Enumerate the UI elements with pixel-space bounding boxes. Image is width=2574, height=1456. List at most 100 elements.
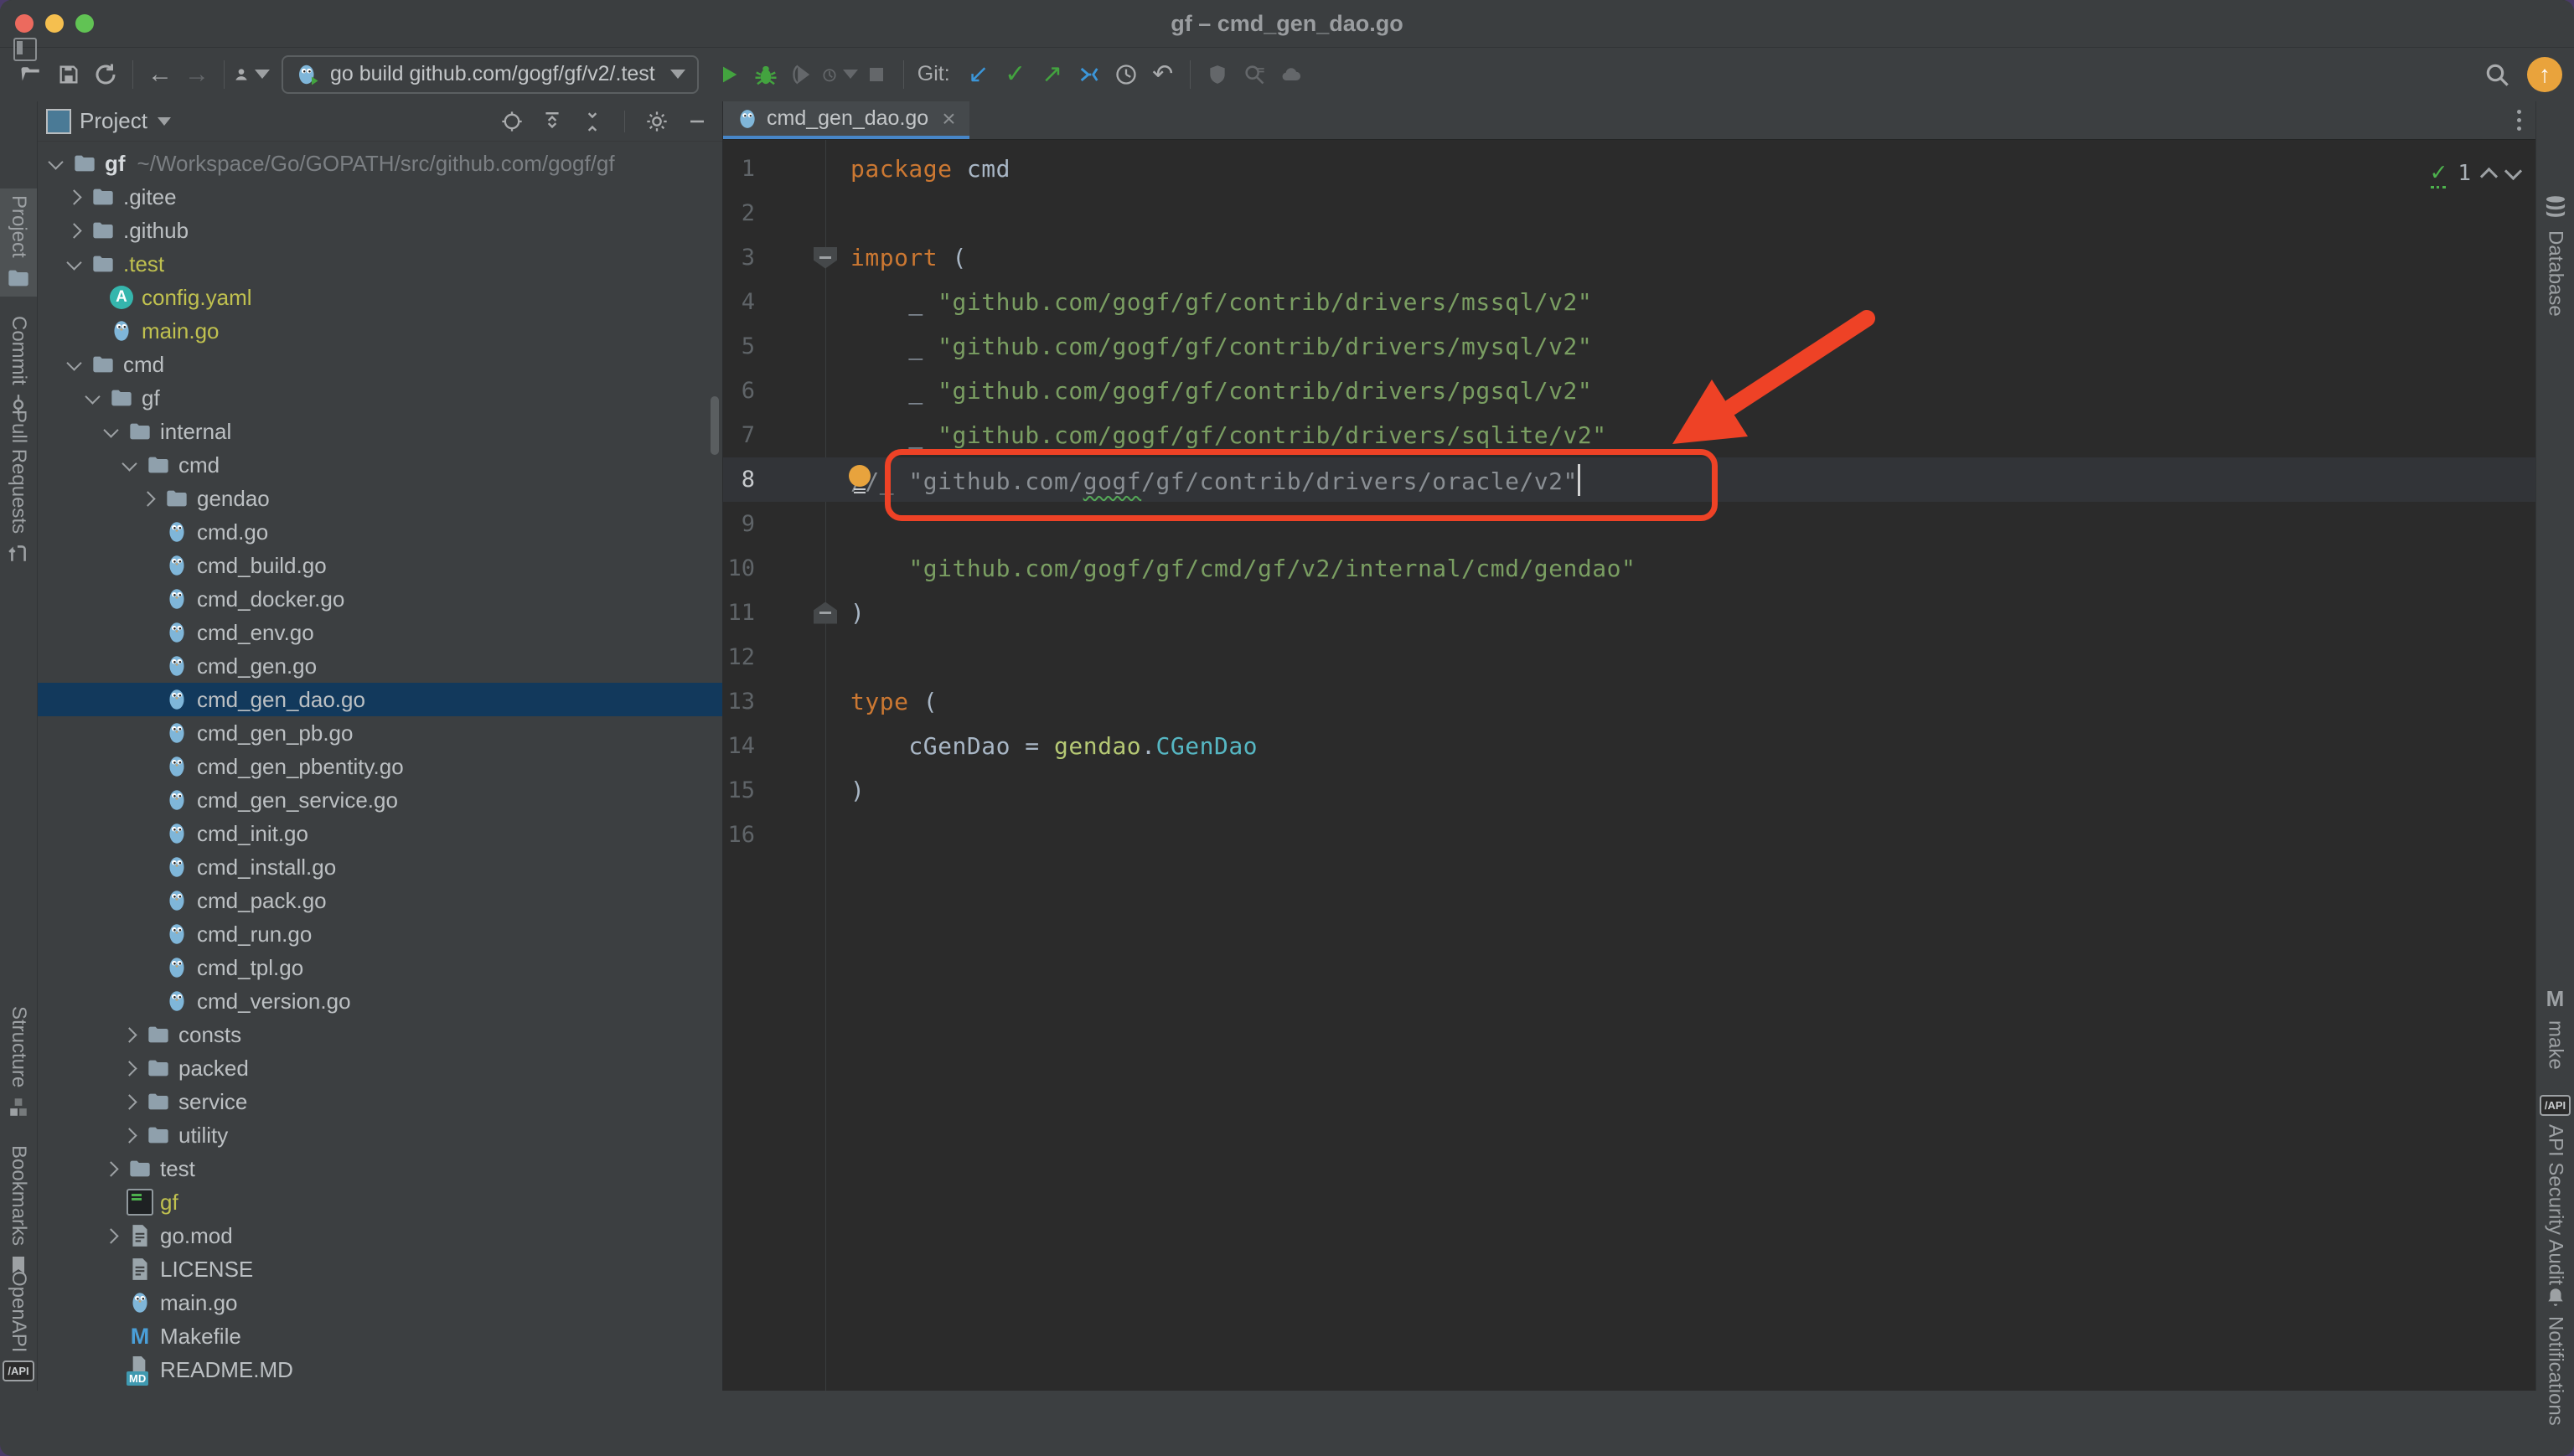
tree-row-.gitee[interactable]: .gitee [38, 180, 722, 214]
tree-row-cmd[interactable]: cmd [38, 348, 722, 381]
chevron-right-icon[interactable] [96, 1164, 125, 1175]
run-button[interactable] [711, 56, 747, 93]
profiler-button[interactable] [821, 56, 858, 93]
ide-update-badge[interactable]: ↑ [2527, 57, 2562, 92]
tree-row-gf[interactable]: gf~/Workspace/Go/GOPATH/src/github.com/g… [38, 147, 722, 180]
code-line-10[interactable]: 10 "github.com/gogf/gf/cmd/gf/v2/interna… [723, 546, 2536, 591]
code-line-3[interactable]: 3import ( [723, 235, 2536, 280]
tree-scrollbar[interactable] [711, 396, 719, 455]
close-icon[interactable]: × [942, 106, 955, 132]
tree-row-cmd.go[interactable]: cmd.go [38, 515, 722, 549]
sidebar-item-notifications[interactable]: Notifications [2536, 1279, 2574, 1433]
code-line-1[interactable]: 1package cmd [723, 147, 2536, 191]
expand-all-icon[interactable] [535, 105, 569, 138]
push-icon[interactable]: ↗ [1034, 56, 1071, 93]
inspections-widget[interactable]: ✓ 1 [2431, 158, 2520, 188]
fold-marker-icon[interactable] [814, 602, 837, 624]
search-icon[interactable] [2478, 56, 2515, 93]
back-icon[interactable]: ← [142, 56, 178, 93]
sidebar-item-bookmarks[interactable]: Bookmarks [0, 1138, 37, 1283]
open-folder-icon[interactable] [13, 56, 50, 93]
editor-options-icon[interactable] [2517, 110, 2521, 131]
tree-row-cmd_gen_pbentity.go[interactable]: cmd_gen_pbentity.go [38, 750, 722, 783]
stop-button[interactable] [858, 56, 895, 93]
tree-row-readme.md[interactable]: MDREADME.MD [38, 1353, 722, 1386]
tree-row-cmd_init.go[interactable]: cmd_init.go [38, 817, 722, 850]
run-configuration-select[interactable]: go build github.com/gogf/gf/v2/.test [282, 55, 699, 94]
tree-row-.github[interactable]: .github [38, 214, 722, 247]
sidebar-item-pull-requests[interactable]: Pull Requests [0, 403, 37, 571]
tree-row-main.go[interactable]: main.go [38, 1286, 722, 1319]
chevron-right-icon[interactable] [59, 225, 88, 236]
chevron-right-icon[interactable] [115, 1063, 143, 1074]
project-panel-title[interactable]: Project [80, 108, 147, 134]
chevron-right-icon[interactable] [115, 1030, 143, 1040]
debug-button[interactable] [747, 56, 784, 93]
collapse-all-icon[interactable] [576, 105, 609, 138]
tree-row-consts[interactable]: consts [38, 1018, 722, 1051]
select-opened-file-icon[interactable] [495, 105, 529, 138]
tree-row-cmd_tpl.go[interactable]: cmd_tpl.go [38, 951, 722, 984]
tree-row-test[interactable]: test [38, 1152, 722, 1185]
tree-row-gendao[interactable]: gendao [38, 482, 722, 515]
user-profile-icon[interactable] [233, 56, 270, 93]
tree-row-service[interactable]: service [38, 1085, 722, 1118]
tree-row-utility[interactable]: utility [38, 1118, 722, 1152]
hide-panel-icon[interactable] [680, 105, 714, 138]
code-line-12[interactable]: 12 [723, 635, 2536, 679]
code-line-2[interactable]: 2 [723, 191, 2536, 235]
tree-row-cmd_install.go[interactable]: cmd_install.go [38, 850, 722, 884]
tree-row-cmd_gen_dao.go[interactable]: cmd_gen_dao.go [38, 683, 722, 716]
chevron-right-icon[interactable] [96, 1231, 125, 1242]
sidebar-item-api-security-audit[interactable]: /APIAPI Security Audit [2536, 1088, 2574, 1292]
save-all-icon[interactable] [50, 56, 87, 93]
tree-row-main.go[interactable]: main.go [38, 314, 722, 348]
code-line-16[interactable]: 16 [723, 813, 2536, 857]
tab-cmd-gen-dao[interactable]: cmd_gen_dao.go × [723, 101, 969, 139]
code-line-13[interactable]: 13type ( [723, 679, 2536, 724]
tree-row-cmd_build.go[interactable]: cmd_build.go [38, 549, 722, 582]
chevron-down-icon[interactable] [96, 428, 125, 436]
tree-row-cmd_gen_service.go[interactable]: cmd_gen_service.go [38, 783, 722, 817]
run-coverage-button[interactable] [784, 56, 821, 93]
tree-row-cmd_gen.go[interactable]: cmd_gen.go [38, 649, 722, 683]
tree-row-cmd[interactable]: cmd [38, 448, 722, 482]
chevron-down-icon[interactable] [78, 395, 106, 402]
sidebar-item-database[interactable]: Database [2536, 188, 2574, 323]
tree-row-go.mod[interactable]: go.mod [38, 1219, 722, 1252]
sidebar-item-project[interactable]: Project [0, 188, 37, 297]
history-icon[interactable] [1108, 56, 1145, 93]
code-line-11[interactable]: 11) [723, 591, 2536, 635]
tree-row-internal[interactable]: internal [38, 415, 722, 448]
code-line-14[interactable]: 14 cGenDao = gendao.CGenDao [723, 724, 2536, 768]
tree-row-packed[interactable]: packed [38, 1051, 722, 1085]
merge-icon[interactable] [1071, 56, 1108, 93]
tree-row-cmd_pack.go[interactable]: cmd_pack.go [38, 884, 722, 917]
chevron-right-icon[interactable] [133, 493, 162, 504]
code-line-4[interactable]: 4 _ "github.com/gogf/gf/contrib/drivers/… [723, 280, 2536, 324]
rollback-icon[interactable]: ↶ [1145, 56, 1181, 93]
chevron-down-icon[interactable] [59, 261, 88, 268]
forward-icon[interactable]: → [178, 56, 215, 93]
tree-row-.test[interactable]: .test [38, 247, 722, 281]
tree-row-gf[interactable]: gf [38, 381, 722, 415]
tree-row-cmd_version.go[interactable]: cmd_version.go [38, 984, 722, 1018]
tool-window-layout-icon[interactable] [13, 38, 37, 61]
chevron-down-icon[interactable] [158, 117, 171, 126]
tree-row-license[interactable]: LICENSE [38, 1252, 722, 1286]
code-editor[interactable]: 1package cmd23import (4 _ "github.com/go… [723, 140, 2536, 1391]
sidebar-item-make[interactable]: Mmake [2536, 979, 2574, 1077]
chevron-down-icon[interactable] [41, 160, 70, 168]
commit-icon[interactable]: ✓ [997, 56, 1034, 93]
update-project-icon[interactable]: ↙ [960, 56, 997, 93]
chevron-right-icon[interactable] [115, 1130, 143, 1141]
code-line-6[interactable]: 6 _ "github.com/gogf/gf/contrib/drivers/… [723, 369, 2536, 413]
previous-problem-icon[interactable] [2480, 167, 2498, 184]
tree-row-makefile[interactable]: MMakefile [38, 1319, 722, 1353]
gear-icon[interactable] [640, 105, 674, 138]
tree-row-cmd_docker.go[interactable]: cmd_docker.go [38, 582, 722, 616]
fold-marker-icon[interactable] [814, 247, 837, 269]
chevron-right-icon[interactable] [59, 192, 88, 203]
sync-icon[interactable] [87, 56, 124, 93]
intention-bulb-icon[interactable] [847, 465, 872, 493]
